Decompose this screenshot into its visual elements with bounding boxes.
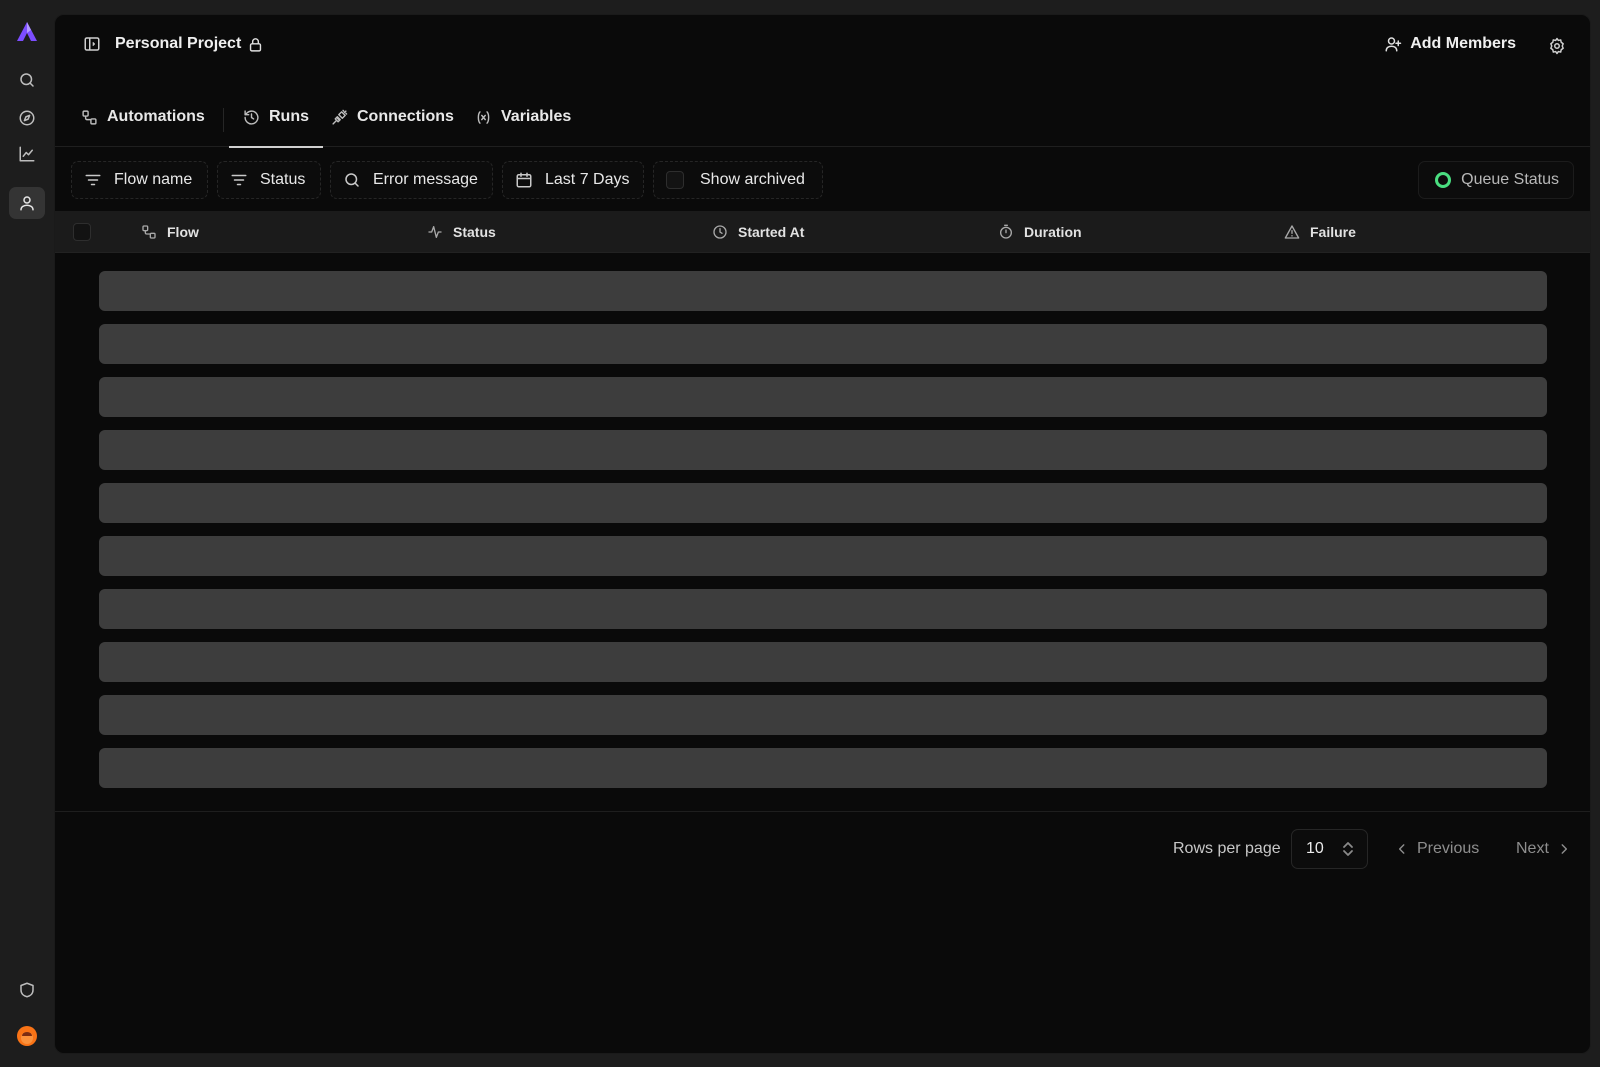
sidebar-rail <box>0 0 54 1067</box>
main-panel: Personal Project Add Members Automations <box>54 14 1591 1054</box>
flow-icon <box>141 224 157 240</box>
filter-label: Status <box>260 171 306 188</box>
table-row-skeleton <box>99 642 1547 682</box>
warning-icon <box>1284 224 1300 240</box>
queue-status-label: Queue Status <box>1461 171 1559 188</box>
table-row-skeleton <box>99 271 1547 311</box>
clock-icon <box>712 224 728 240</box>
tab-variables[interactable]: Variables <box>475 95 571 147</box>
queue-status-button[interactable]: Queue Status <box>1418 161 1574 199</box>
column-label: Duration <box>1024 224 1082 240</box>
runs-table-header: Flow Status Started At Duration Failure <box>55 211 1590 253</box>
show-archived-checkbox[interactable] <box>666 171 684 189</box>
previous-label: Previous <box>1417 840 1480 857</box>
shield-icon[interactable] <box>9 974 45 1006</box>
history-icon <box>243 109 260 126</box>
next-page-button[interactable]: Next <box>1516 840 1571 858</box>
filter-label: Flow name <box>114 171 193 188</box>
tab-runs[interactable]: Runs <box>229 95 323 148</box>
table-row-skeleton <box>99 748 1547 788</box>
lock-icon <box>247 36 264 53</box>
activity-icon <box>427 224 443 240</box>
variable-icon <box>475 109 492 126</box>
table-row-skeleton <box>99 589 1547 629</box>
compass-icon[interactable] <box>9 102 45 134</box>
error-message-filter[interactable]: Error message <box>330 161 493 199</box>
filter-bar: Flow name Status Error message Last 7 Da… <box>71 147 1574 211</box>
filter-label: Show archived <box>700 171 805 188</box>
column-label: Failure <box>1310 224 1356 240</box>
rows-per-page-select[interactable]: 10 <box>1291 829 1368 869</box>
tab-label: Automations <box>107 108 205 125</box>
table-row-skeleton <box>99 430 1547 470</box>
search-icon[interactable] <box>9 64 45 96</box>
table-row-skeleton <box>99 377 1547 417</box>
search-icon <box>343 171 361 189</box>
tab-divider <box>223 108 224 132</box>
column-duration[interactable]: Duration <box>998 211 1082 253</box>
plug-icon <box>331 109 348 126</box>
user-plus-icon <box>1384 35 1402 53</box>
tab-label: Connections <box>357 108 454 125</box>
filter-label: Last 7 Days <box>545 171 630 188</box>
filter-icon <box>84 171 102 189</box>
select-all-checkbox[interactable] <box>73 223 91 241</box>
flow-name-filter[interactable]: Flow name <box>71 161 208 199</box>
tab-label: Variables <box>501 108 572 125</box>
add-members-label: Add Members <box>1410 35 1516 52</box>
flow-icon <box>81 109 98 126</box>
user-avatar[interactable] <box>9 1020 45 1052</box>
rows-per-page-label: Rows per page <box>1173 840 1281 857</box>
calendar-icon <box>515 171 533 189</box>
previous-page-button[interactable]: Previous <box>1395 840 1479 858</box>
pagination-bar: Rows per page 10 Previous Next <box>55 811 1590 891</box>
table-row-skeleton <box>99 536 1547 576</box>
filter-label: Error message <box>373 171 478 188</box>
column-status[interactable]: Status <box>427 211 496 253</box>
column-started-at[interactable]: Started At <box>712 211 804 253</box>
date-range-filter[interactable]: Last 7 Days <box>502 161 644 199</box>
project-tabs: Automations Runs Connections Variables <box>55 95 1590 148</box>
add-members-button[interactable]: Add Members <box>1384 35 1516 53</box>
column-label: Flow <box>167 224 199 240</box>
column-label: Started At <box>738 224 805 240</box>
rows-per-page-value: 10 <box>1306 840 1324 857</box>
show-archived-toggle[interactable]: Show archived <box>653 161 823 199</box>
column-flow[interactable]: Flow <box>141 211 199 253</box>
timer-icon <box>998 224 1014 240</box>
gear-icon[interactable] <box>1548 37 1566 55</box>
tab-label: Runs <box>269 108 309 125</box>
chevron-right-icon <box>1557 842 1571 856</box>
table-row-skeleton <box>99 695 1547 735</box>
project-header: Personal Project Add Members <box>55 15 1590 79</box>
project-name: Personal Project <box>115 35 242 52</box>
filter-icon <box>230 171 248 189</box>
logo-icon <box>17 22 37 41</box>
tab-automations[interactable]: Automations <box>81 95 205 147</box>
next-label: Next <box>1516 840 1549 857</box>
column-failure[interactable]: Failure <box>1284 211 1356 253</box>
user-icon[interactable] <box>9 187 45 219</box>
chevron-up-down-icon <box>1341 841 1355 857</box>
sidebar-toggle-icon[interactable] <box>83 35 101 53</box>
queue-status-indicator <box>1435 172 1452 188</box>
chevron-left-icon <box>1395 842 1409 856</box>
column-label: Status <box>453 224 496 240</box>
table-row-skeleton <box>99 324 1547 364</box>
status-filter[interactable]: Status <box>217 161 321 199</box>
chart-line-icon[interactable] <box>9 138 45 170</box>
tab-connections[interactable]: Connections <box>331 95 454 147</box>
table-row-skeleton <box>99 483 1547 523</box>
project-title: Personal Project <box>83 35 264 53</box>
app-logo[interactable] <box>9 16 45 48</box>
